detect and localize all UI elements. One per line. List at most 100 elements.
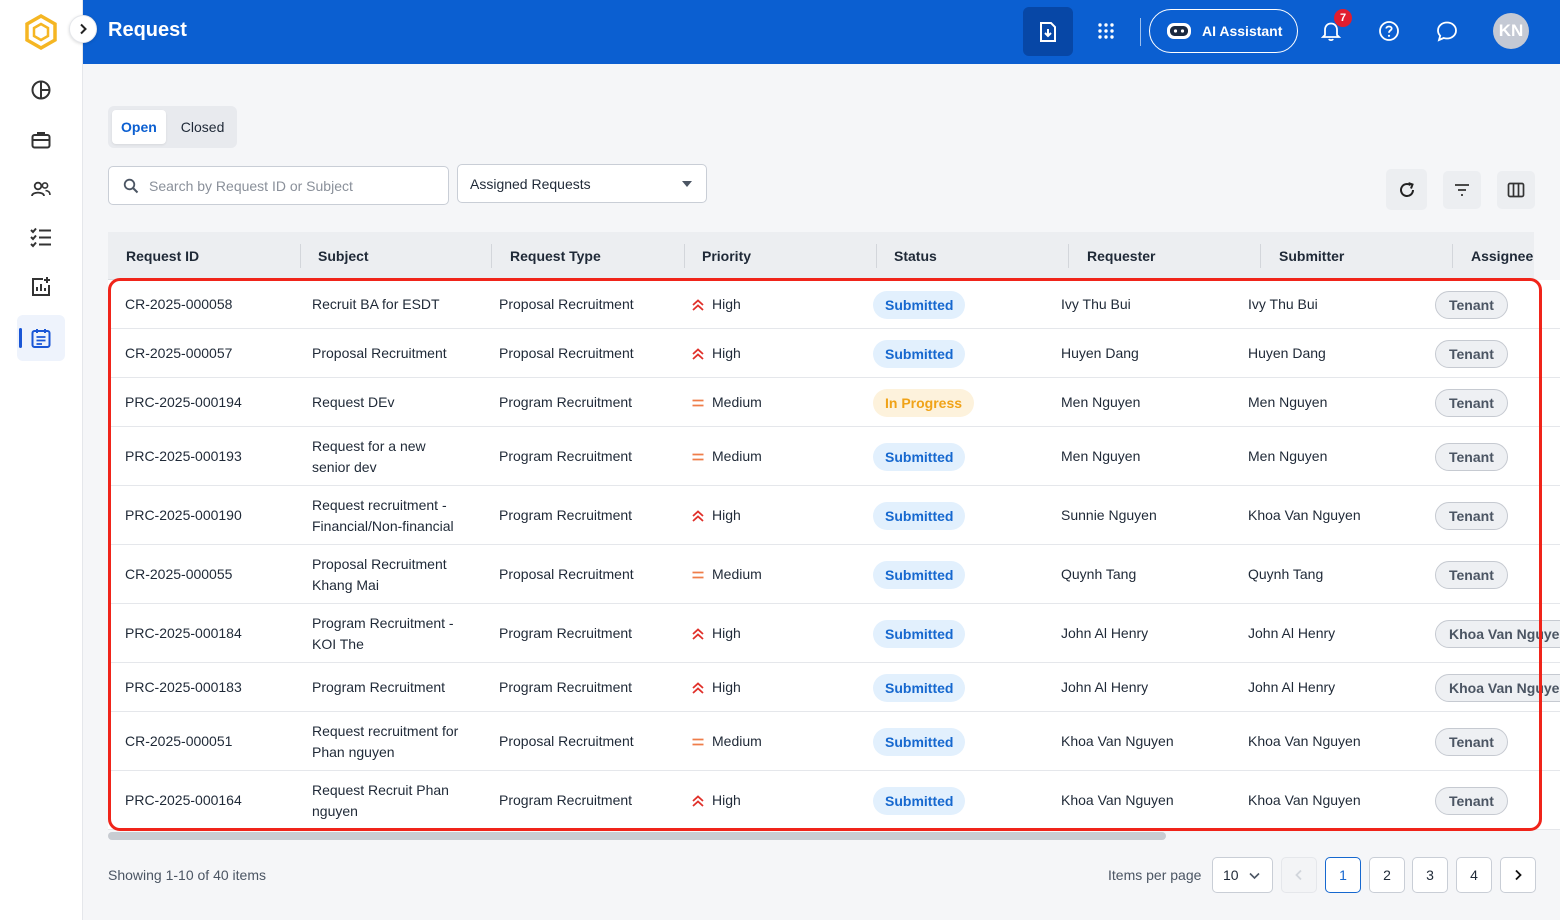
cell-request-id: PRC-2025-000183	[125, 679, 242, 695]
cell-requester: Quynh Tang	[1061, 566, 1137, 582]
request-scope-select[interactable]: Assigned Requests	[457, 164, 707, 203]
cell-subject-line: Financial/Non-financial	[312, 517, 454, 534]
column-header-request-id[interactable]: Request ID	[126, 248, 199, 264]
assignee-chip[interactable]: Tenant	[1435, 339, 1508, 368]
cell-subject-line: Program Recruitment -	[312, 614, 454, 631]
status-badge: Submitted	[873, 290, 966, 319]
column-separator[interactable]	[300, 244, 301, 268]
column-separator[interactable]	[684, 244, 685, 268]
ai-assistant-button[interactable]: AI Assistant	[1149, 9, 1298, 53]
cell-request-type: Proposal Recruitment	[499, 296, 634, 312]
cell-priority: High	[691, 294, 741, 315]
assignee-chip[interactable]: Tenant	[1435, 501, 1508, 530]
items-per-page-select[interactable]: 10	[1212, 857, 1273, 893]
assignee-chip[interactable]: Khoa Van Nguyen	[1435, 619, 1560, 648]
sidebar-item-tasks[interactable]	[17, 214, 65, 260]
page-button-4[interactable]: 4	[1456, 857, 1492, 893]
cell-requester: John Al Henry	[1061, 679, 1149, 695]
briefcase-icon	[31, 132, 51, 149]
user-avatar[interactable]: KN	[1493, 13, 1529, 49]
priority-medium-icon	[692, 399, 704, 406]
priority-label: High	[712, 792, 741, 808]
table-body: CR-2025-000058 Recruit BA for ESDT Proposa…	[108, 280, 1560, 830]
page-button-2[interactable]: 2	[1369, 857, 1405, 893]
cell-submitter: Quynh Tang	[1248, 566, 1324, 582]
sidebar-item-jobs[interactable]	[17, 117, 65, 163]
column-header-requester[interactable]: Requester	[1087, 248, 1155, 264]
chat-button[interactable]	[1430, 14, 1464, 48]
column-header-assignee[interactable]: Assignee	[1471, 248, 1533, 264]
help-button[interactable]	[1372, 14, 1406, 48]
app-logo-icon[interactable]	[24, 14, 58, 50]
next-page-button[interactable]	[1500, 857, 1536, 893]
table-row[interactable]: PRC-2025-000194 Request DEv Program Recrui…	[108, 378, 1560, 427]
columns-button[interactable]	[1497, 171, 1535, 209]
table-row[interactable]: CR-2025-000057 Proposal Recruitment Propos…	[108, 329, 1560, 378]
page-button-1[interactable]: 1	[1325, 857, 1361, 893]
cell-submitter: John Al Henry	[1248, 625, 1336, 641]
cell-requester: Men Nguyen	[1061, 394, 1141, 410]
assignee-chip[interactable]: Tenant	[1435, 290, 1508, 319]
cell-subject-line: Proposal Recruitment	[312, 345, 447, 361]
cell-requester: John Al Henry	[1061, 625, 1149, 641]
priority-high-icon	[692, 298, 704, 311]
table-row[interactable]: PRC-2025-000193 Request for a new senior d…	[108, 427, 1560, 486]
cell-request-type: Program Recruitment	[499, 394, 633, 410]
cell-request-type: Program Recruitment	[499, 507, 633, 523]
assignee-chip[interactable]: Tenant	[1435, 442, 1508, 471]
column-separator[interactable]	[876, 244, 877, 268]
tab-closed[interactable]: Closed	[172, 110, 234, 144]
priority-high-icon	[692, 509, 704, 522]
table-row[interactable]: CR-2025-000055 Proposal Recruitment Khang …	[108, 545, 1560, 604]
table-row[interactable]: PRC-2025-000184 Program Recruitment - KOI …	[108, 604, 1560, 663]
table-row[interactable]: PRC-2025-000190 Request recruitment - Fina…	[108, 486, 1560, 545]
table-row[interactable]: CR-2025-000051 Request recruitment for Pha…	[108, 712, 1560, 771]
horizontal-scrollbar[interactable]	[108, 832, 1166, 840]
cell-request-type: Program Recruitment	[499, 625, 633, 641]
column-header-priority[interactable]: Priority	[702, 248, 751, 264]
table-header: Request ID Subject Request Type Priority…	[108, 232, 1534, 280]
cell-subject-line: Request for a new	[312, 437, 426, 454]
cell-subject-line: KOI The	[312, 635, 364, 652]
cell-request-id: PRC-2025-000164	[125, 792, 242, 808]
sidebar-item-reports[interactable]	[17, 264, 65, 310]
cell-priority: High	[691, 790, 741, 811]
column-separator[interactable]	[1260, 244, 1261, 268]
prev-page-button[interactable]	[1281, 857, 1317, 893]
sidebar-item-dashboard[interactable]	[17, 67, 65, 113]
table-row[interactable]: PRC-2025-000164 Request Recruit Phan nguye…	[108, 771, 1560, 830]
sidebar-item-candidates[interactable]	[17, 166, 65, 212]
apps-grid-button[interactable]	[1089, 14, 1123, 48]
sidebar-expand-button[interactable]	[69, 15, 97, 43]
column-header-status[interactable]: Status	[894, 248, 937, 264]
search-input[interactable]	[149, 177, 429, 194]
assignee-chip[interactable]: Tenant	[1435, 786, 1508, 815]
filter-button[interactable]	[1443, 171, 1481, 209]
tab-open[interactable]: Open	[112, 110, 166, 144]
priority-label: High	[712, 679, 741, 695]
cell-requester: Sunnie Nguyen	[1061, 507, 1157, 523]
table-row[interactable]: CR-2025-000058 Recruit BA for ESDT Proposa…	[108, 280, 1560, 329]
cell-subject-line: Proposal Recruitment	[312, 555, 447, 572]
cell-request-id: CR-2025-000058	[125, 296, 233, 312]
chevron-down-icon	[1249, 872, 1260, 880]
table-row[interactable]: PRC-2025-000183 Program Recruitment Progra…	[108, 663, 1560, 712]
page-button-3[interactable]: 3	[1412, 857, 1448, 893]
cell-submitter: Khoa Van Nguyen	[1248, 507, 1361, 523]
assignee-chip[interactable]: Tenant	[1435, 560, 1508, 589]
column-header-subject[interactable]: Subject	[318, 248, 369, 264]
column-header-submitter[interactable]: Submitter	[1279, 248, 1344, 264]
column-separator[interactable]	[1068, 244, 1069, 268]
download-button[interactable]	[1023, 7, 1073, 56]
sidebar-item-requests[interactable]	[17, 315, 65, 361]
column-separator[interactable]	[491, 244, 492, 268]
cell-request-type: Program Recruitment	[499, 448, 633, 464]
refresh-button[interactable]	[1386, 169, 1427, 210]
sidebar	[0, 0, 83, 920]
assignee-chip[interactable]: Tenant	[1435, 388, 1508, 417]
column-header-request-type[interactable]: Request Type	[510, 248, 601, 264]
assignee-chip[interactable]: Khoa Van Nguyen	[1435, 673, 1560, 702]
cell-priority: High	[691, 623, 741, 644]
column-separator[interactable]	[1452, 244, 1453, 268]
assignee-chip[interactable]: Tenant	[1435, 727, 1508, 756]
